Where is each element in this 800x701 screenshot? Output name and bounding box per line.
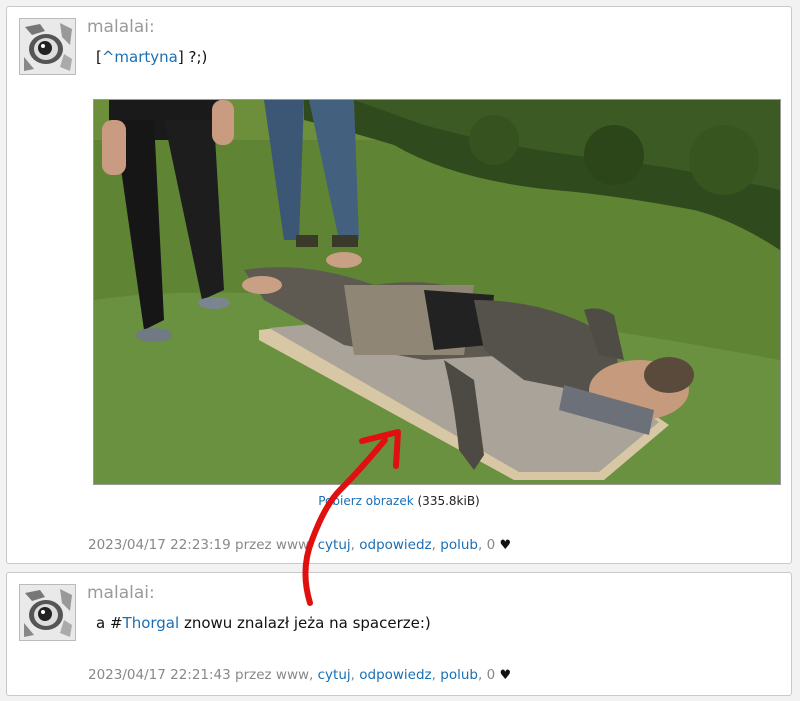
like-link[interactable]: polub — [440, 667, 478, 683]
eye-avatar-icon — [20, 585, 75, 640]
post-timestamp: 2023/04/17 22:21:43 — [88, 667, 231, 683]
user-avatar[interactable] — [19, 18, 76, 75]
post-content: [^martyna] ?;) — [96, 48, 207, 66]
download-image-link[interactable]: Pobierz obrazek — [318, 494, 413, 508]
post-text: ?;) — [183, 48, 208, 66]
post-footer: 2023/04/17 22:23:19 przez www, cytuj, od… — [88, 537, 512, 553]
reply-link[interactable]: odpowiedz — [359, 667, 431, 683]
post-image[interactable] — [93, 99, 781, 485]
hashtag-link[interactable]: Thorgal — [123, 614, 180, 632]
heart-icon: ♥ — [499, 538, 512, 553]
image-caption: Pobierz obrazek (335.8kiB) — [7, 494, 791, 508]
quote-link[interactable]: cytuj — [318, 537, 351, 553]
post-timestamp: 2023/04/17 22:23:19 — [88, 537, 231, 553]
post-text: znowu znalazł jeża na spacerze:) — [179, 614, 431, 632]
post-footer: 2023/04/17 22:21:43 przez www, cytuj, od… — [88, 667, 512, 683]
post-author[interactable]: malalai: — [87, 583, 155, 603]
post-content: a #Thorgal znowu znalazł jeża na spacerz… — [96, 614, 431, 632]
quote-link[interactable]: cytuj — [318, 667, 351, 683]
post: malalai: [^martyna] ?;) Pobierz obrazek … — [6, 6, 792, 564]
heart-icon: ♥ — [499, 668, 512, 683]
post-via: przez www, — [230, 537, 318, 553]
like-count: 0 — [486, 537, 496, 553]
post-text-before: a # — [96, 614, 123, 632]
eye-avatar-icon — [20, 19, 75, 74]
like-count: 0 — [486, 667, 496, 683]
mention-link[interactable]: ^martyna — [102, 48, 178, 66]
reply-link[interactable]: odpowiedz — [359, 537, 431, 553]
user-avatar[interactable] — [19, 584, 76, 641]
like-link[interactable]: polub — [440, 537, 478, 553]
post-via: przez www, — [230, 667, 318, 683]
post: malalai: a #Thorgal znowu znalazł jeża n… — [6, 572, 792, 696]
image-size: (335.8kiB) — [417, 494, 480, 508]
post-author[interactable]: malalai: — [87, 17, 155, 37]
